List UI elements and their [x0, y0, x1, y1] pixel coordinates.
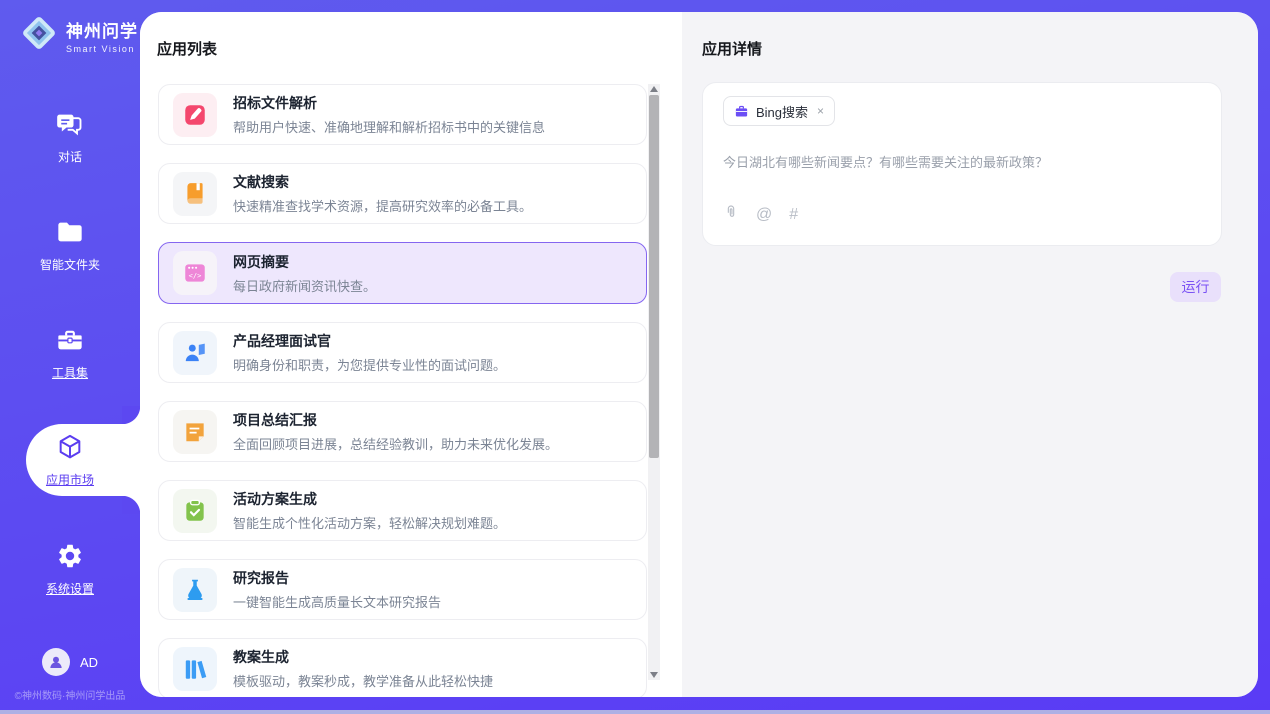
- app-card-desc: 全面回顾项目进展，总结经验教训，助力未来优化发展。: [233, 434, 558, 453]
- app-list-panel: 应用列表 招标文件解析 帮助用户快速、准确地理解和解析招标书中的关键信息: [140, 12, 682, 697]
- sidebar-item-chat[interactable]: 对话: [0, 110, 140, 165]
- content-area: 应用列表 招标文件解析 帮助用户快速、准确地理解和解析招标书中的关键信息: [140, 12, 1258, 697]
- sidebar-item-label: 应用市场: [0, 471, 140, 488]
- app-card-title: 网页摘要: [233, 252, 376, 272]
- books-icon: [173, 647, 217, 691]
- app-card-title: 活动方案生成: [233, 489, 506, 509]
- app-card-list: 招标文件解析 帮助用户快速、准确地理解和解析招标书中的关键信息 文献搜索 快速精…: [158, 84, 647, 697]
- app-card-research-report[interactable]: 研究报告 一键智能生成高质量长文本研究报告: [158, 559, 647, 620]
- run-button[interactable]: 运行: [1170, 272, 1221, 302]
- brand-logo-icon: [20, 14, 58, 57]
- close-icon[interactable]: ×: [817, 104, 824, 118]
- gear-icon: [56, 542, 84, 570]
- cube-icon: [56, 433, 84, 461]
- sidebar-item-label: 智能文件夹: [0, 256, 140, 273]
- sidebar-item-toolbox[interactable]: 工具集: [0, 326, 140, 381]
- edit-doc-icon: [173, 93, 217, 137]
- user-profile[interactable]: AD: [0, 648, 140, 676]
- interviewer-icon: [173, 331, 217, 375]
- note-icon: [173, 410, 217, 454]
- app-card-title: 产品经理面试官: [233, 331, 506, 351]
- brand-name: 神州问学: [66, 17, 138, 42]
- app-card-pm-interviewer[interactable]: 产品经理面试官 明确身份和职责，为您提供专业性的面试问题。: [158, 322, 647, 383]
- app-card-desc: 智能生成个性化活动方案，轻松解决规划难题。: [233, 513, 506, 532]
- sidebar-item-label: 工具集: [0, 364, 140, 381]
- scroll-down-icon[interactable]: [650, 672, 658, 678]
- hash-icon[interactable]: #: [789, 206, 798, 224]
- attachment-icon[interactable]: [723, 204, 739, 225]
- book-icon: [173, 172, 217, 216]
- scroll-up-icon[interactable]: [650, 86, 658, 92]
- app-card-project-summary[interactable]: 项目总结汇报 全面回顾项目进展，总结经验教训，助力未来优化发展。: [158, 401, 647, 462]
- chat-icon: [56, 110, 84, 138]
- person-icon: [47, 653, 65, 671]
- sidebar-item-app-market[interactable]: 应用市场: [0, 433, 140, 488]
- app-card-bid-doc-analysis[interactable]: 招标文件解析 帮助用户快速、准确地理解和解析招标书中的关键信息: [158, 84, 647, 145]
- mention-icon[interactable]: @: [756, 206, 772, 224]
- user-name: AD: [80, 655, 98, 670]
- app-card-event-plan[interactable]: 活动方案生成 智能生成个性化活动方案，轻松解决规划难题。: [158, 480, 647, 541]
- app-card-title: 招标文件解析: [233, 93, 545, 113]
- scrollbar[interactable]: [648, 84, 660, 680]
- brand: 神州问学 Smart Vision: [20, 14, 138, 57]
- app-card-web-summary[interactable]: </> 网页摘要 每日政府新闻资讯快查。: [158, 242, 647, 304]
- app-card-title: 研究报告: [233, 568, 441, 588]
- sidebar-footer: ©神州数码·神州问学出品: [0, 687, 140, 702]
- app-card-desc: 模板驱动，教案秒成，教学准备从此轻松快捷: [233, 671, 493, 690]
- composer-card[interactable]: Bing搜索 × 今日湖北有哪些新闻要点？有哪些需要关注的最新政策？ @ #: [702, 82, 1222, 246]
- app-detail-title: 应用详情: [702, 38, 762, 59]
- sidebar: 神州问学 Smart Vision 对话 智能文件夹: [0, 0, 140, 714]
- flask-icon: [173, 568, 217, 612]
- app-card-desc: 明确身份和职责，为您提供专业性的面试问题。: [233, 355, 506, 374]
- app-card-title: 教案生成: [233, 647, 493, 667]
- app-card-desc: 一键智能生成高质量长文本研究报告: [233, 592, 441, 611]
- composer-toolbar: @ #: [723, 204, 798, 225]
- toolbox-icon: [56, 326, 84, 354]
- sidebar-item-settings[interactable]: 系统设置: [0, 542, 140, 597]
- brand-subtitle: Smart Vision: [66, 44, 138, 54]
- sidebar-item-smart-folder[interactable]: 智能文件夹: [0, 218, 140, 273]
- svg-text:</>: </>: [189, 271, 202, 280]
- prompt-input[interactable]: 今日湖北有哪些新闻要点？有哪些需要关注的最新政策？: [723, 152, 1201, 171]
- sidebar-item-label: 对话: [0, 148, 140, 165]
- app-window: 神州问学 Smart Vision 对话 智能文件夹: [0, 0, 1270, 714]
- app-card-desc: 帮助用户快速、准确地理解和解析招标书中的关键信息: [233, 117, 545, 136]
- app-card-title: 文献搜索: [233, 172, 532, 192]
- bing-search-tag[interactable]: Bing搜索 ×: [723, 96, 835, 126]
- app-card-literature-search[interactable]: 文献搜索 快速精准查找学术资源，提高研究效率的必备工具。: [158, 163, 647, 224]
- app-card-lesson-plan[interactable]: 教案生成 模板驱动，教案秒成，教学准备从此轻松快捷: [158, 638, 647, 697]
- clipboard-check-icon: [173, 489, 217, 533]
- scrollbar-thumb[interactable]: [649, 95, 659, 458]
- browser-code-icon: </>: [173, 251, 217, 295]
- avatar: [42, 648, 70, 676]
- app-card-title: 项目总结汇报: [233, 410, 558, 430]
- app-detail-panel: 应用详情 Bing搜索 × 今日湖北有哪些新闻要点？有哪些需要关注的最新政策？: [682, 12, 1258, 697]
- tag-label: Bing搜索: [756, 102, 808, 121]
- app-card-desc: 每日政府新闻资讯快查。: [233, 276, 376, 295]
- sidebar-item-label: 系统设置: [0, 580, 140, 597]
- folder-icon: [56, 218, 84, 246]
- app-card-desc: 快速精准查找学术资源，提高研究效率的必备工具。: [233, 196, 532, 215]
- app-list-title: 应用列表: [157, 38, 217, 59]
- briefcase-icon: [734, 104, 749, 119]
